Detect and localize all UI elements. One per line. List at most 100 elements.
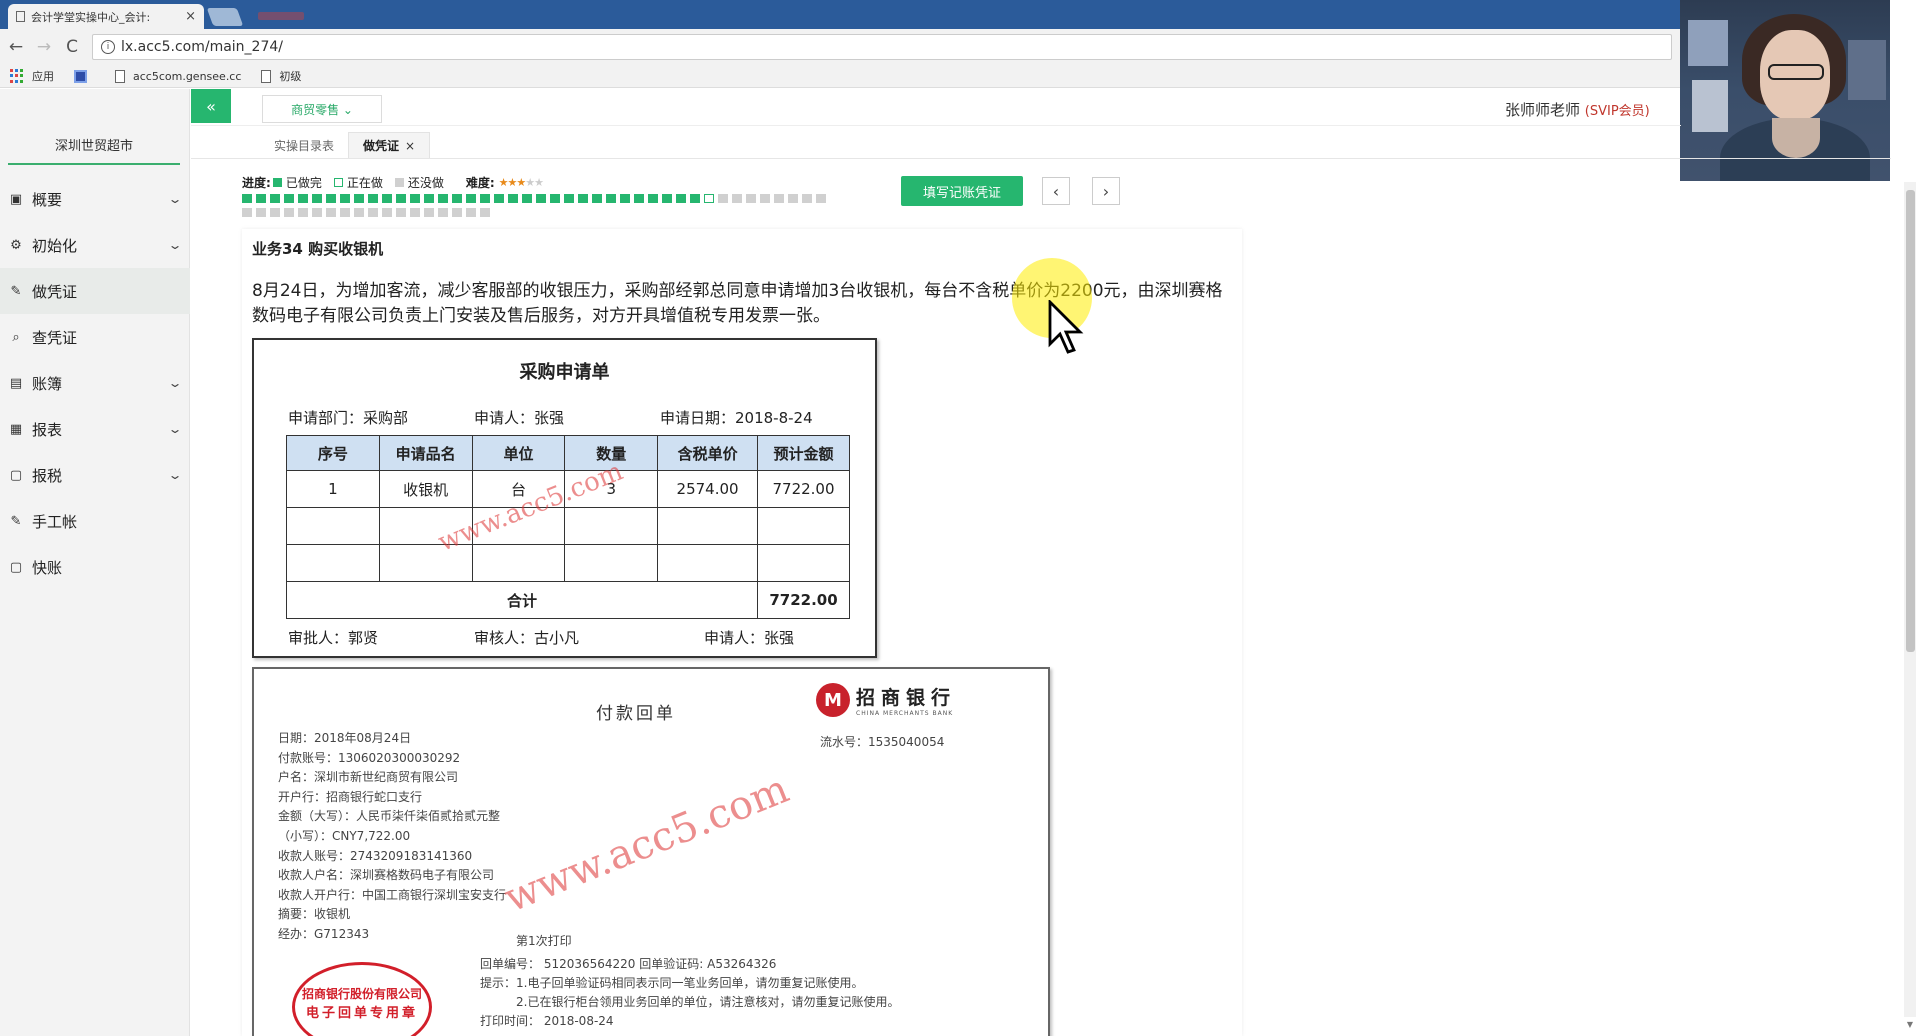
tab-catalog[interactable]: 实操目录表: [260, 132, 348, 158]
progress-segment[interactable]: [704, 194, 714, 203]
sidebar-item-7[interactable]: ✎ 手工帐: [0, 498, 190, 544]
sidebar-item-label: 账簿: [32, 374, 63, 393]
progress-segment[interactable]: [340, 194, 350, 203]
progress-segment[interactable]: [606, 194, 616, 203]
progress-segment[interactable]: [242, 208, 252, 217]
progress-segment[interactable]: [424, 194, 434, 203]
sidebar-item-0[interactable]: ▣ 概要 ⌄: [0, 176, 190, 222]
chevron-down-icon[interactable]: ⌄: [167, 422, 182, 436]
bookmark-gensee[interactable]: acc5com.gensee.cc: [115, 69, 241, 83]
progress-segment[interactable]: [466, 208, 476, 217]
sidebar-item-3[interactable]: ⌕ 查凭证: [0, 314, 190, 360]
progress-segment[interactable]: [396, 194, 406, 203]
address-bar[interactable]: i lx.acc5.com/main_274/: [92, 34, 1672, 60]
progress-segment[interactable]: [270, 208, 280, 217]
reload-button[interactable]: C: [60, 37, 84, 57]
progress-segment[interactable]: [648, 194, 658, 203]
progress-segment[interactable]: [326, 208, 336, 217]
progress-segment[interactable]: [284, 194, 294, 203]
bookmark-apps[interactable]: 应用: [10, 68, 54, 84]
progress-segment[interactable]: [382, 194, 392, 203]
progress-segment[interactable]: [354, 208, 364, 217]
progress-segment[interactable]: [354, 194, 364, 203]
close-icon[interactable]: ×: [185, 9, 196, 24]
user-label[interactable]: 张师师老师 (SVIP会员): [1505, 99, 1650, 120]
progress-segment[interactable]: [676, 194, 686, 203]
progress-segment[interactable]: [522, 194, 532, 203]
progress-segment[interactable]: [368, 194, 378, 203]
chevron-down-icon[interactable]: ⌄: [167, 376, 182, 390]
progress-segment[interactable]: [620, 194, 630, 203]
sidebar-item-4[interactable]: ▤ 账簿 ⌄: [0, 360, 190, 406]
progress-segment[interactable]: [732, 194, 742, 203]
sidebar-item-8[interactable]: ▢ 快账: [0, 544, 190, 590]
progress-segment[interactable]: [480, 208, 490, 217]
next-button[interactable]: ›: [1092, 177, 1120, 205]
progress-segment[interactable]: [438, 208, 448, 217]
progress-segment[interactable]: [550, 194, 560, 203]
progress-segment[interactable]: [298, 194, 308, 203]
fill-voucher-button[interactable]: 填写记账凭证: [901, 176, 1023, 206]
progress-segment[interactable]: [396, 208, 406, 217]
legend-todo: 还没做: [394, 174, 444, 191]
progress-segment[interactable]: [662, 194, 672, 203]
progress-segment[interactable]: [312, 194, 322, 203]
progress-segment[interactable]: [788, 194, 798, 203]
prev-button[interactable]: ‹: [1042, 177, 1070, 205]
sidebar-item-2[interactable]: ✎ 做凭证: [0, 268, 190, 314]
progress-segment[interactable]: [424, 208, 434, 217]
chevron-down-icon[interactable]: ⌄: [167, 238, 182, 252]
progress-segment[interactable]: [256, 208, 266, 217]
progress-segment[interactable]: [438, 194, 448, 203]
progress-segment[interactable]: [340, 208, 350, 217]
progress-segment[interactable]: [256, 194, 266, 203]
chevron-down-icon[interactable]: ⌄: [167, 468, 182, 482]
progress-segment[interactable]: [774, 194, 784, 203]
progress-segment[interactable]: [592, 194, 602, 203]
progress-segment[interactable]: [690, 194, 700, 203]
progress-segment[interactable]: [718, 194, 728, 203]
tab-make-voucher[interactable]: 做凭证 ×: [348, 132, 431, 158]
sidebar-item-5[interactable]: ▦ 报表 ⌄: [0, 406, 190, 452]
progress-segment[interactable]: [382, 208, 392, 217]
new-tab-button[interactable]: [206, 8, 244, 26]
progress-segment[interactable]: [452, 208, 462, 217]
collapse-sidebar-button[interactable]: «: [191, 89, 231, 123]
progress-segment[interactable]: [634, 194, 644, 203]
bookmark-square[interactable]: [74, 69, 95, 83]
progress-segment[interactable]: [466, 194, 476, 203]
progress-segment[interactable]: [564, 194, 574, 203]
progress-segment[interactable]: [298, 208, 308, 217]
progress-segment[interactable]: [242, 194, 252, 203]
info-icon[interactable]: i: [101, 40, 115, 54]
scrollbar-thumb[interactable]: [1906, 190, 1915, 652]
progress-segment[interactable]: [760, 194, 770, 203]
progress-segment[interactable]: [452, 194, 462, 203]
progress-segment[interactable]: [368, 208, 378, 217]
progress-segment[interactable]: [326, 194, 336, 203]
forward-button[interactable]: →: [32, 37, 56, 57]
progress-segment[interactable]: [816, 194, 826, 203]
table-cell: [286, 507, 380, 545]
progress-segment[interactable]: [508, 194, 518, 203]
progress-segment[interactable]: [578, 194, 588, 203]
progress-segment[interactable]: [312, 208, 322, 217]
bookmark-chuji[interactable]: 初级: [261, 68, 301, 84]
browser-tab[interactable]: 会计学堂实操中心_会计: ×: [8, 4, 204, 29]
chevron-down-icon[interactable]: ⌄: [167, 192, 182, 206]
industry-dropdown[interactable]: 商贸零售 ⌄: [262, 95, 382, 123]
progress-segment[interactable]: [536, 194, 546, 203]
sidebar-item-6[interactable]: ▢ 报税 ⌄: [0, 452, 190, 498]
progress-segment[interactable]: [494, 194, 504, 203]
progress-segment[interactable]: [480, 194, 490, 203]
close-icon[interactable]: ×: [405, 139, 415, 153]
progress-segment[interactable]: [802, 194, 812, 203]
back-button[interactable]: ←: [4, 37, 28, 57]
scroll-down-icon[interactable]: ▼: [1905, 1020, 1915, 1029]
progress-segment[interactable]: [284, 208, 294, 217]
progress-segment[interactable]: [410, 194, 420, 203]
progress-segment[interactable]: [410, 208, 420, 217]
progress-segment[interactable]: [746, 194, 756, 203]
sidebar-item-1[interactable]: ⚙ 初始化 ⌄: [0, 222, 190, 268]
progress-segment[interactable]: [270, 194, 280, 203]
